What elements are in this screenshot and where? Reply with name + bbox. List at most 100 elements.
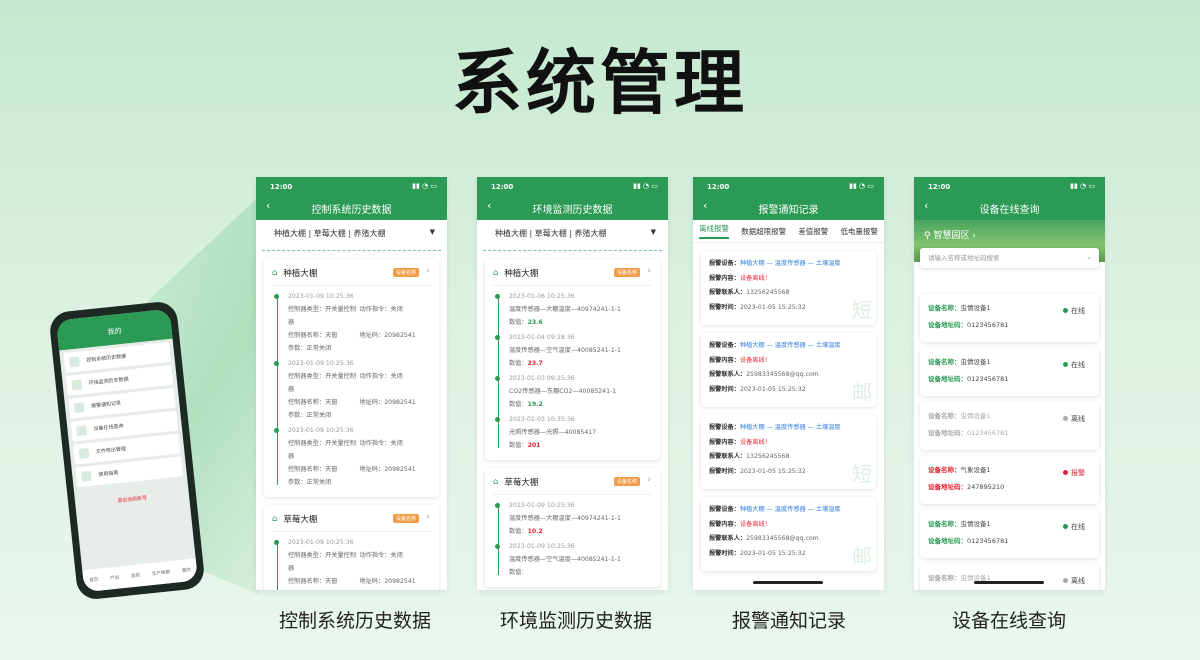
value-row: 数值：23.7 <box>509 357 652 370</box>
alarm-card[interactable]: 报警设备：种植大棚 — 温度传感器 — 土壤温度 报警内容：设备离线！ 报警联系人：… <box>701 251 876 325</box>
history-card: ⌂ 种植大棚 设备名称 › 2023-01-09 10:25:36 控制器类型：开关量控制… <box>264 259 439 497</box>
device-card[interactable]: 设备名称：虫情设备1 设备地址码：0123456781 在线 <box>920 294 1099 342</box>
search-icon[interactable]: ⌕ <box>1087 248 1091 268</box>
alarm-tab[interactable]: 数据超限报警 <box>741 226 786 237</box>
menu-icon <box>68 356 80 368</box>
device-search-input[interactable]: 请输入名称或地址码搜索 ⌕ <box>920 248 1099 268</box>
alarm-line: 报警设备：种植大棚 — 温度传感器 — 土壤温度 <box>709 503 868 518</box>
nav-item[interactable]: 产出 <box>110 575 119 582</box>
entry-time: 2023-01-09 10:25:36 <box>288 539 354 546</box>
controller-name: 控制器名称：天窗 <box>288 332 338 339</box>
sensor-desc: 光照传感器—光照—40085417 <box>509 429 597 436</box>
alarm-card[interactable]: 报警设备：种植大棚 — 温度传感器 — 土壤温度 报警内容：设备离线！ 报警联系人：… <box>701 415 876 489</box>
channel-watermark: 短 <box>852 462 872 486</box>
alarm-label: 报警内容： <box>709 520 740 528</box>
address-code: 地址码：20982541 <box>359 578 416 585</box>
alarm-tab[interactable]: 离线报警 <box>699 223 730 239</box>
alarm-label: 报警内容： <box>709 356 740 364</box>
status-badge: 在线 <box>1063 522 1085 532</box>
alarm-contact: 25983345568@qq.com <box>746 371 819 378</box>
status-label: 在线 <box>1071 361 1085 369</box>
timeline-entry: 2023-01-09 10:25:36 控制器类型：开关量控制器 动作指令：关闭 控制… <box>274 536 431 590</box>
device-name: 虫情设备1 <box>960 520 991 528</box>
greenhouse-filter[interactable]: 种植大棚 | 草莓大棚 | 养殖大棚 ▼ <box>483 220 662 251</box>
entry-row: 控制器名称：天窗 地址码：20982541 <box>288 575 431 588</box>
alarm-device: 种植大棚 — 温度传感器 — 土壤温度 <box>739 260 841 267</box>
history-card: ⌂ 草莓大棚 设备名称 › 2023-01-09 10:25:36 温度传感器—大棚温度—… <box>485 468 660 587</box>
address-code: 地址码：20982541 <box>359 399 416 406</box>
menu-item-label: 使用指南 <box>98 470 119 479</box>
card-title: 种植大棚 <box>504 269 539 279</box>
device-card[interactable]: 设备名称：虫情设备1 设备地址码：0123456781 在线 <box>920 348 1099 396</box>
chevron-right-icon[interactable]: › <box>647 266 651 276</box>
action-command: 动作指令：关闭 <box>359 306 403 313</box>
history-card: ⌂ 种植大棚 设备名称 › 2023-01-06 10:25:36 温度传感器—大棚温度—… <box>485 259 660 460</box>
alarm-card[interactable]: 报警设备：种植大棚 — 温度传感器 — 土壤温度 报警内容：设备离线！ 报警联系人：… <box>701 497 876 571</box>
timeline-entry: 2023-01-06 10:25:36 温度传感器—大棚温度—40974241-1… <box>495 290 652 329</box>
timeline-entry: 2023-01-03 10:35:36 光照传感器—光照—40085417 数值：2… <box>495 413 652 452</box>
history-card: ⌂ 草莓大棚 设备名称 › 2023-01-09 10:25:36 控制器类型：开关量控制… <box>264 505 439 590</box>
entry-time: 2023-01-03 10:35:36 <box>509 416 575 423</box>
sensor-desc: CO2传感器—东棚CO2—40085241-1 <box>509 388 617 395</box>
alarm-contact: 13256245568 <box>746 453 790 460</box>
alarm-label: 报警设备： <box>709 506 740 513</box>
home-indicator <box>974 581 1044 584</box>
logout-button[interactable]: 退出当前账号 <box>75 490 189 509</box>
alarm-time: 2023-01-05 15:25:32 <box>739 385 806 393</box>
small-phone-screen: 我的 控制系统历史数据 环境监测历史数据 报警通知记录 设备在线查询 文件导出管理 使用指… <box>56 308 198 593</box>
greenhouse-filter[interactable]: 种植大棚 | 草莓大棚 | 养殖大棚 ▼ <box>262 220 441 251</box>
device-name-label: 设备名称： <box>928 520 961 528</box>
filter-label: 种植大棚 | 草莓大棚 | 养殖大棚 <box>274 229 386 238</box>
action-command: 动作指令：关闭 <box>359 373 403 380</box>
device-line: 设备地址码：0123456781 <box>928 317 1091 334</box>
nav-item[interactable]: 监控 <box>131 572 140 579</box>
house-icon: ⌂ <box>272 514 278 524</box>
entry-time: 2023-01-03 09:25:36 <box>509 375 575 382</box>
device-name: 虫情设备1 <box>960 412 991 420</box>
device-line: 设备地址码：0123456781 <box>928 371 1091 388</box>
action-command: 动作指令：关闭 <box>359 440 403 447</box>
controller-type: 控制器类型：开关量控制器 <box>288 373 357 393</box>
chevron-right-icon[interactable]: › <box>426 512 430 522</box>
phone-header: 12:00 ▮▮ ◔ ▭ ‹ 设备在线查询 <box>914 177 1105 220</box>
caption-alarm-records: 报警通知记录 <box>731 610 846 632</box>
timeline-dot <box>274 540 279 545</box>
value-label: 数值： <box>509 401 528 408</box>
device-addr-label: 设备地址码： <box>928 483 967 491</box>
timeline-entry: 2023-01-04 09:28:36 温度传感器—空气温度—40085241-1… <box>495 331 652 370</box>
location-selector[interactable]: ⚲ 智慧园区 › <box>924 228 976 241</box>
alarm-card[interactable]: 报警设备：种植大棚 — 温度传感器 — 土壤温度 报警内容：设备离线！ 报警联系人：… <box>701 333 876 407</box>
device-addr: 0123456781 <box>967 375 1009 383</box>
value-label: 数值： <box>509 442 528 449</box>
device-name-badge[interactable]: 设备名称 <box>613 268 640 277</box>
alarm-tab[interactable]: 低电量报警 <box>840 226 878 237</box>
controller-name: 控制器名称：天窗 <box>288 399 338 406</box>
nav-item[interactable]: 我的 <box>182 567 191 574</box>
controller-name: 控制器名称：天窗 <box>288 578 338 585</box>
signal-icon: ▮▮ ◔ ▭ <box>849 182 874 190</box>
device-card[interactable]: 设备名称：虫情设备1 设备地址码：0123456781 在线 <box>920 510 1099 558</box>
device-addr: 0123456781 <box>967 429 1009 437</box>
param-text: 参数：正常关闭 <box>288 588 431 590</box>
device-card[interactable]: 设备名称：气象设备1 设备地址码：247895210 报警 <box>920 456 1099 504</box>
entry-time: 2023-01-04 09:28:36 <box>509 334 575 341</box>
timeline: 2023-01-06 10:25:36 温度传感器—大棚温度—40974241-1… <box>493 290 652 452</box>
alarm-line: 报警时间：2023-01-05 15:25:32 <box>709 547 868 562</box>
alarm-line: 报警联系人：13256245568 <box>709 286 868 301</box>
alarm-label: 报警联系人： <box>709 289 747 296</box>
device-name-badge[interactable]: 设备名称 <box>392 268 419 277</box>
nav-item[interactable]: 生产档案 <box>152 569 170 577</box>
device-card[interactable]: 设备名称：虫情设备1设备地址码：0123456781离线 <box>920 564 1099 590</box>
phone-control-history: 12:00 ▮▮ ◔ ▭ ‹ 控制系统历史数据 种植大棚 | 草莓大棚 | 养殖… <box>256 177 447 590</box>
small-phone-nav: 首页 产出 监控 生产档案 我的 <box>82 558 198 593</box>
alarm-tab[interactable]: 差值报警 <box>798 226 828 237</box>
device-addr: 0123456781 <box>967 321 1009 329</box>
chevron-right-icon[interactable]: › <box>647 475 651 485</box>
device-name-badge[interactable]: 设备名称 <box>613 477 640 486</box>
alarm-label: 报警时间： <box>709 385 740 393</box>
alarm-label: 报警内容： <box>709 438 740 446</box>
device-card[interactable]: 设备名称：虫情设备1设备地址码：0123456781离线 <box>920 402 1099 450</box>
device-name-badge[interactable]: 设备名称 <box>392 514 419 523</box>
chevron-right-icon[interactable]: › <box>426 266 430 276</box>
nav-item[interactable]: 首页 <box>89 577 98 584</box>
